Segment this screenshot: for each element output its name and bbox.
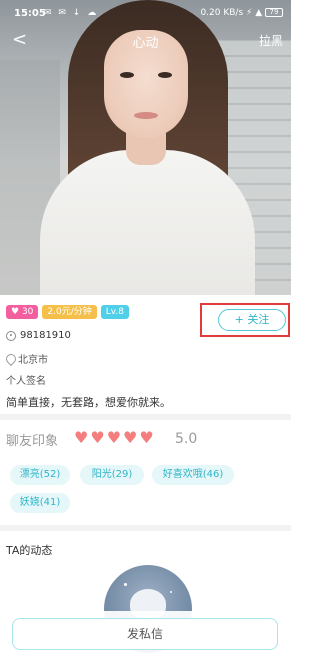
status-right: 0.20 KB/s ⚡ ▲ 79 — [200, 8, 283, 18]
heart-icon: ♥ — [123, 428, 138, 447]
impression-tag: 妖娆(41) — [10, 493, 70, 513]
level-badge: Lv.8 — [100, 305, 129, 319]
price-badge: 2.0元/分钟 — [42, 305, 97, 319]
impression-tag: 漂亮(52) — [10, 465, 70, 485]
heart-icon: ♥ — [11, 307, 22, 317]
location-text: 北京市 — [18, 355, 48, 366]
location-row: 北京市 — [6, 351, 48, 366]
photo-shirt — [40, 150, 255, 295]
user-id-row: 98181910 — [6, 330, 71, 341]
signature-label: 个人签名 — [6, 376, 46, 387]
badge-row: ♥ 30 2.0元/分钟 Lv.8 — [6, 305, 129, 319]
sparkle-icon — [170, 591, 172, 593]
heart-icon: ♥ — [139, 428, 154, 447]
impression-tag: 阳光(29) — [80, 465, 144, 485]
photo-lips — [134, 112, 158, 119]
impression-hearts: ♥ ♥ ♥ ♥ ♥ — [74, 430, 154, 446]
network-speed: 0.20 KB/s ⚡ ▲ — [200, 8, 263, 18]
heart-icon: ♥ — [90, 428, 105, 447]
status-bar: 15:05 ✉ ✉ ↓ ☁ 0.20 KB/s ⚡ ▲ 79 — [0, 8, 291, 22]
battery-icon: 79 — [265, 8, 283, 17]
user-id: 98181910 — [20, 330, 71, 341]
impression-score: 5.0 — [175, 431, 198, 447]
heart-count: 30 — [21, 307, 34, 317]
signature-text: 简单直接，无套路，想爱你就来。 — [6, 396, 171, 409]
notification-icons: ✉ ✉ ↓ ☁ — [44, 8, 99, 18]
location-pin-icon — [6, 354, 14, 364]
profile-page: 15:05 ✉ ✉ ↓ ☁ 0.20 KB/s ⚡ ▲ 79 < 心动 拉黑 ♥… — [0, 0, 291, 655]
page-title: 心动 — [132, 36, 159, 51]
heart-icon: ♥ — [106, 428, 122, 447]
send-message-button[interactable]: 发私信 — [12, 618, 278, 650]
heart-icon: ♥ — [74, 428, 89, 447]
section-divider — [0, 525, 291, 531]
photo-eye-left — [120, 72, 134, 78]
moments-title: TA的动态 — [6, 544, 53, 557]
impression-title: 聊友印象 — [6, 434, 59, 449]
block-button[interactable]: 拉黑 — [259, 32, 283, 49]
section-divider — [0, 414, 291, 420]
follow-button[interactable]: + 关注 — [218, 309, 286, 331]
impression-tag: 好喜欢哦(46) — [152, 465, 234, 485]
status-time: 15:05 — [14, 8, 46, 19]
photo-eye-right — [158, 72, 172, 78]
sparkle-icon — [124, 583, 127, 586]
heart-badge: ♥ 30 — [6, 305, 39, 319]
id-icon — [6, 330, 16, 341]
